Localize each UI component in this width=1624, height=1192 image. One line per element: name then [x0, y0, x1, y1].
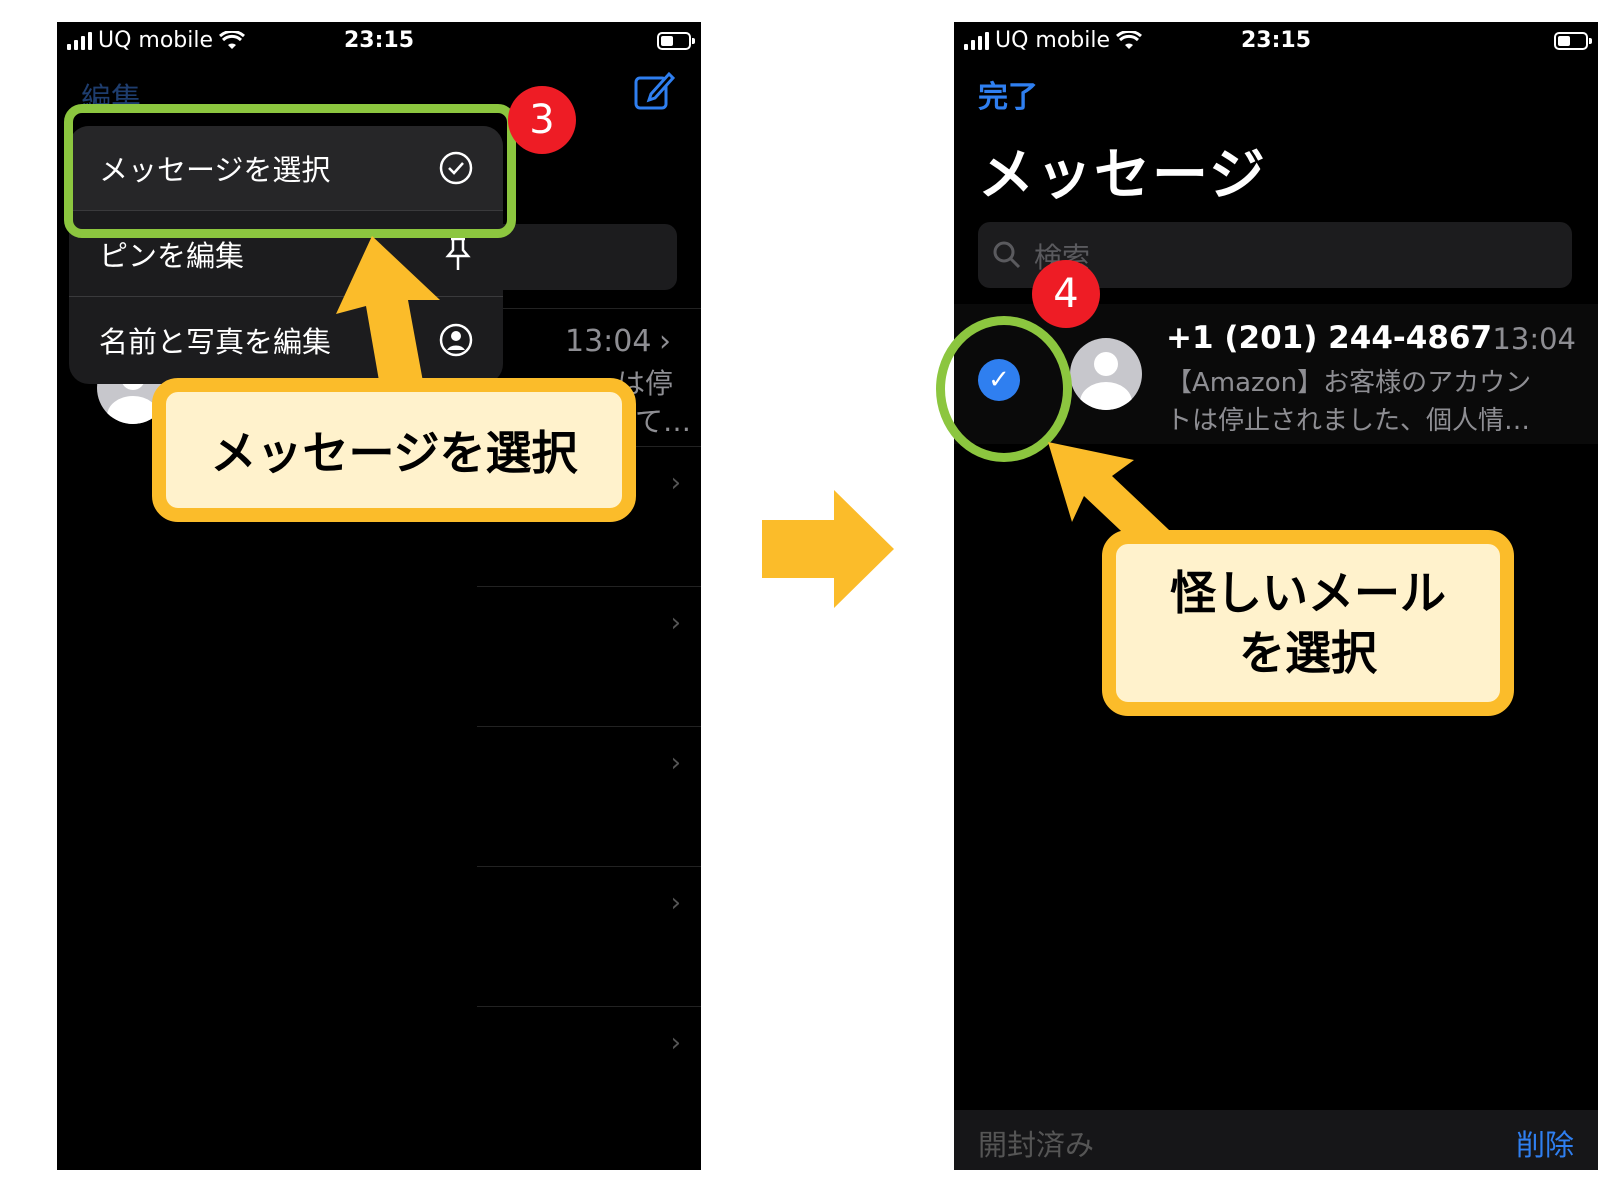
chevron-right-icon: ›: [670, 888, 681, 918]
chevron-right-icon: ›: [670, 608, 681, 638]
avatar: [1070, 338, 1142, 410]
next-step-arrow-icon: [762, 490, 894, 608]
status-bar: UQ mobile 23:15: [954, 22, 1598, 66]
message-time: 13:04: [1492, 322, 1576, 356]
row-divider: [477, 308, 701, 309]
mark-read-button[interactable]: 開封済み: [978, 1122, 1094, 1164]
row-divider: [477, 866, 701, 867]
chevron-right-icon: ›: [659, 324, 671, 359]
bottom-toolbar: 開封済み 削除: [954, 1110, 1598, 1170]
highlight-box: [64, 104, 516, 238]
instruction-callout: メッセージを選択: [152, 378, 636, 522]
message-preview: 【Amazon】お客様のアカウン: [1166, 368, 1532, 398]
chevron-right-icon: ›: [670, 468, 681, 498]
delete-button[interactable]: 削除: [1516, 1122, 1574, 1164]
callout-line: 怪しいメール: [1170, 566, 1446, 620]
menu-item-label: ピンを編集: [99, 239, 245, 273]
instruction-callout: 怪しいメール を選択: [1102, 530, 1514, 716]
compose-icon[interactable]: [633, 70, 675, 112]
callout-line: を選択: [1239, 626, 1377, 680]
message-sender: +1 (201) 244-4867: [1166, 320, 1493, 356]
conversation-time: 13:04: [565, 324, 652, 359]
chevron-right-icon: ›: [670, 1028, 681, 1058]
pointer-arrow-icon: [336, 236, 440, 398]
step-badge: 4: [1032, 260, 1100, 328]
row-divider: [477, 1006, 701, 1007]
row-divider: [477, 586, 701, 587]
chevron-right-icon: ›: [670, 748, 681, 778]
menu-item-label: 名前と写真を編集: [99, 325, 332, 359]
search-icon: [993, 241, 1021, 269]
row-divider: [477, 726, 701, 727]
done-button[interactable]: 完了: [978, 72, 1038, 116]
status-time: 23:15: [1240, 28, 1312, 53]
status-bar: UQ mobile 23:15: [57, 22, 701, 66]
page-title: メッセージ: [978, 143, 1267, 208]
battery-icon: [657, 32, 695, 50]
battery-icon: [1554, 32, 1592, 50]
step-badge: 3: [508, 86, 576, 154]
conversation-snippet: て…: [635, 405, 692, 438]
message-preview: トは停止されました、個人情…: [1166, 406, 1531, 436]
status-time: 23:15: [343, 28, 415, 53]
